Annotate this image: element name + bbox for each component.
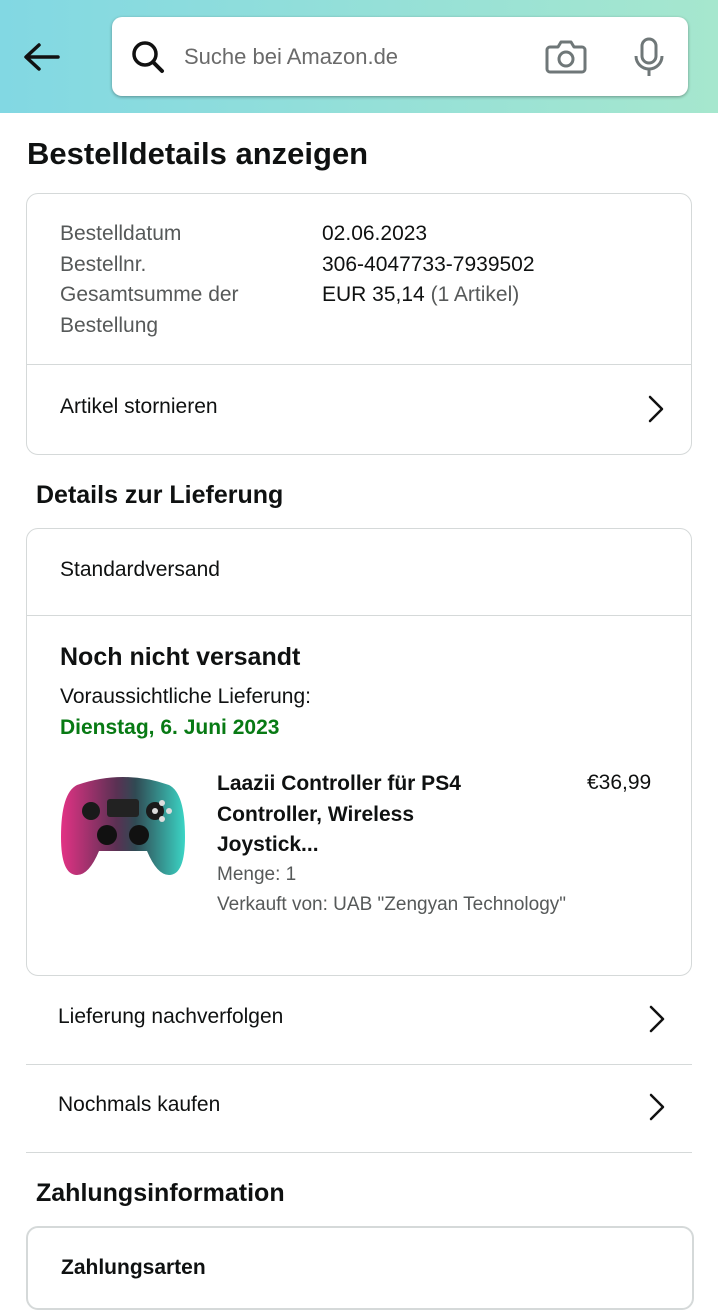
- product-title-line: Laazii Controller für PS4: [217, 772, 461, 795]
- product-image[interactable]: [57, 767, 189, 887]
- payment-methods-label: Zahlungsarten: [61, 1256, 206, 1279]
- order-total-label-2: Bestellung: [60, 313, 159, 337]
- camera-icon[interactable]: [544, 37, 588, 77]
- shipping-method: Standardversand: [60, 558, 220, 581]
- order-number-label: Bestellnr.: [60, 252, 147, 276]
- order-summary-card: Bestelldatum 02.06.2023 Bestellnr. 306-4…: [26, 193, 692, 455]
- search-bar[interactable]: [112, 17, 688, 96]
- top-header: [0, 0, 718, 113]
- order-item-count: (1 Artikel): [430, 283, 520, 306]
- order-total-label-1: Gesamtsumme der: [60, 283, 239, 306]
- product-quantity: Menge: 1: [217, 864, 297, 885]
- chevron-right-icon: [649, 1093, 665, 1121]
- back-button[interactable]: [20, 36, 64, 80]
- payment-card: Zahlungsarten: [26, 1226, 694, 1310]
- expected-delivery-label: Voraussichtliche Lieferung:: [60, 685, 311, 708]
- divider: [27, 615, 691, 616]
- buy-again-row[interactable]: Nochmals kaufen: [26, 1065, 692, 1152]
- order-total: EUR 35,14 (1 Artikel): [322, 280, 519, 311]
- expected-delivery-date: Dienstag, 6. Juni 2023: [60, 716, 280, 739]
- product-price: €36,99: [587, 771, 652, 794]
- page-title: Bestelldetails anzeigen: [27, 136, 369, 171]
- divider: [26, 1152, 692, 1153]
- product-title-line: Controller, Wireless: [217, 802, 415, 826]
- chevron-right-icon: [648, 395, 664, 423]
- microphone-icon[interactable]: [632, 37, 666, 79]
- order-number-value: 306-4047733-7939502: [322, 252, 535, 276]
- cancel-items-row[interactable]: Artikel stornieren: [27, 365, 691, 453]
- product-seller: Verkauft von: UAB "Zengyan Technology": [217, 894, 567, 915]
- track-delivery-label: Lieferung nachverfolgen: [58, 1005, 284, 1028]
- delivery-heading: Details zur Lieferung: [36, 481, 284, 509]
- product-title-line: Joystick...: [217, 833, 319, 856]
- search-icon: [132, 41, 164, 73]
- search-input[interactable]: [184, 39, 524, 75]
- product-title-link[interactable]: Laazii Controller für PS4 Controller, Wi…: [217, 769, 557, 861]
- delivery-card: Standardversand Noch nicht versandt Vora…: [26, 528, 692, 976]
- arrow-left-icon: [24, 43, 60, 71]
- cancel-items-label: Artikel stornieren: [60, 395, 218, 418]
- order-date-value: 02.06.2023: [322, 222, 428, 245]
- payment-heading: Zahlungsinformation: [36, 1179, 285, 1207]
- order-date-label: Bestelldatum: [60, 222, 182, 245]
- order-total-value: EUR 35,14: [322, 283, 425, 306]
- track-delivery-row[interactable]: Lieferung nachverfolgen: [26, 977, 692, 1064]
- chevron-right-icon: [649, 1005, 665, 1033]
- shipping-status: Noch nicht versandt: [60, 643, 301, 671]
- buy-again-label: Nochmals kaufen: [58, 1093, 221, 1116]
